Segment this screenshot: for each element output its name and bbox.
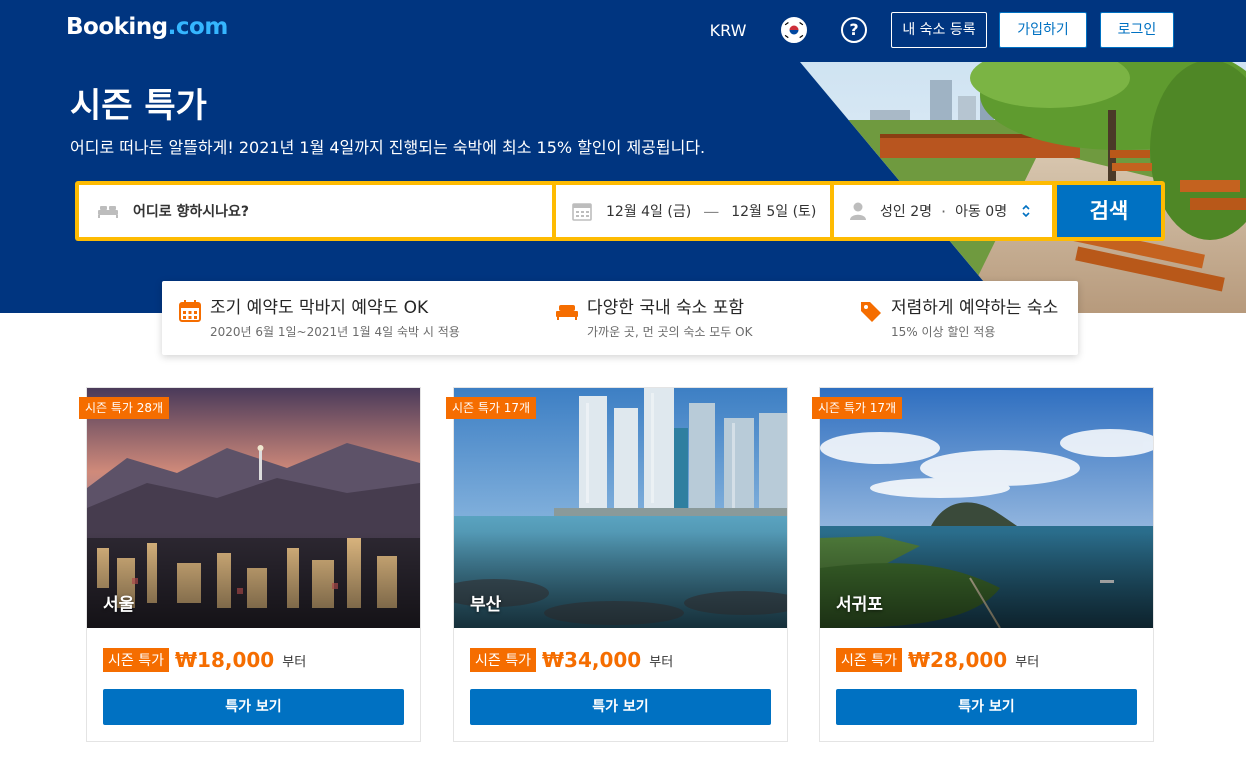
bed-icon: [98, 206, 118, 218]
busan-photo[interactable]: [454, 388, 787, 628]
feature-item: 조기 예약도 막바지 예약도 OK 2020년 6월 1일~2021년 1월 4…: [178, 297, 460, 340]
guest-separator: ·: [941, 201, 947, 221]
feature-item: 다양한 국내 숙소 포함 가까운 곳, 먼 곳의 숙소 모두 OK: [555, 297, 752, 340]
checkin-date: 12월 4일 (금): [606, 204, 692, 220]
view-deals-button[interactable]: 특가 보기: [470, 689, 771, 725]
price: ₩28,000: [907, 648, 1008, 672]
booking-logo[interactable]: Booking.com: [66, 14, 228, 40]
feature-item: 저렴하게 예약하는 숙소 15% 이상 할인 적용: [859, 297, 1058, 340]
help-icon[interactable]: ?: [841, 17, 867, 43]
price-from: 부터: [282, 654, 307, 670]
feature-desc: 가까운 곳, 먼 곳의 숙소 모두 OK: [587, 325, 753, 339]
deal-card-seoul[interactable]: 서울 시즌 특가 28개 시즌 특가 ₩18,000 부터 특가 보기: [79, 387, 421, 742]
date-separator: —: [703, 201, 720, 221]
deal-card-seogwipo[interactable]: 서귀포 시즌 특가 17개 시즌 특가 ₩28,000 부터 특가 보기: [812, 387, 1154, 742]
list-property-button[interactable]: 내 숙소 등록: [891, 12, 987, 48]
calendar-icon: [572, 203, 592, 221]
deal-card-busan[interactable]: 부산 시즌 특가 17개 시즌 특가 ₩34,000 부터 특가 보기: [446, 387, 788, 742]
price: ₩34,000: [541, 648, 642, 672]
feature-desc: 2020년 6월 1일~2021년 1월 4일 숙박 시 적용: [210, 325, 460, 339]
hero-subtitle: 어디로 떠나든 알뜰하게! 2021년 1월 4일까지 진행되는 숙박에 최소 …: [70, 138, 706, 157]
hero-banner: Booking.com KRW ? 내 숙소 등록 가입하기 로그인 시즌 특가…: [0, 0, 1246, 313]
seoul-photo[interactable]: [87, 388, 420, 628]
city-name: 서울: [103, 595, 135, 615]
currency-selector[interactable]: KRW: [704, 18, 752, 44]
guest-selector[interactable]: 성인 2명 · 아동 0명: [834, 185, 1052, 237]
feature-title: 조기 예약도 막바지 예약도 OK: [210, 298, 429, 318]
price-from: 부터: [649, 654, 674, 670]
destination-input[interactable]: 어디로 향하시나요?: [79, 185, 552, 237]
search-bar: 어디로 향하시나요? 12월 4일 (금) — 12월 5일 (토) 성인 2명…: [75, 181, 1165, 241]
feature-title: 저렴하게 예약하는 숙소: [891, 298, 1059, 318]
checkout-date: 12월 5일 (토): [731, 204, 817, 220]
price-row: 시즌 특가 ₩18,000 부터: [103, 648, 306, 672]
price-tag-icon: [861, 302, 881, 322]
signup-button[interactable]: 가입하기: [999, 12, 1087, 48]
season-deal-tag: 시즌 특가: [470, 648, 536, 672]
korea-flag-icon[interactable]: [781, 17, 807, 43]
date-picker[interactable]: 12월 4일 (금) — 12월 5일 (토): [556, 185, 830, 237]
children-count: 아동 0명: [955, 204, 1008, 220]
price: ₩18,000: [174, 648, 275, 672]
deal-count-badge: 시즌 특가 17개: [812, 397, 903, 419]
feature-desc: 15% 이상 할인 적용: [891, 325, 996, 339]
bed-icon: [556, 305, 578, 320]
season-deal-tag: 시즌 특가: [103, 648, 169, 672]
feature-title: 다양한 국내 숙소 포함: [587, 298, 744, 318]
price-row: 시즌 특가 ₩28,000 부터: [836, 648, 1039, 672]
destination-placeholder: 어디로 향하시나요?: [133, 204, 250, 220]
season-deal-tag: 시즌 특가: [836, 648, 902, 672]
search-button[interactable]: 검색: [1057, 185, 1161, 237]
calendar-icon: [179, 300, 201, 322]
price-row: 시즌 특가 ₩34,000 부터: [470, 648, 673, 672]
page-title: 시즌 특가: [70, 86, 207, 126]
city-name: 서귀포: [836, 595, 883, 615]
price-from: 부터: [1015, 654, 1040, 670]
deal-count-badge: 시즌 특가 28개: [79, 397, 170, 419]
feature-strip: 조기 예약도 막바지 예약도 OK 2020년 6월 1일~2021년 1월 4…: [162, 281, 1078, 355]
deal-count-badge: 시즌 특가 17개: [446, 397, 537, 419]
chevron-updown-icon: [1021, 204, 1031, 218]
person-icon: [850, 202, 866, 220]
login-button[interactable]: 로그인: [1100, 12, 1174, 48]
adults-count: 성인 2명: [880, 204, 932, 220]
view-deals-button[interactable]: 특가 보기: [836, 689, 1137, 725]
city-name: 부산: [470, 595, 502, 615]
view-deals-button[interactable]: 특가 보기: [103, 689, 404, 725]
